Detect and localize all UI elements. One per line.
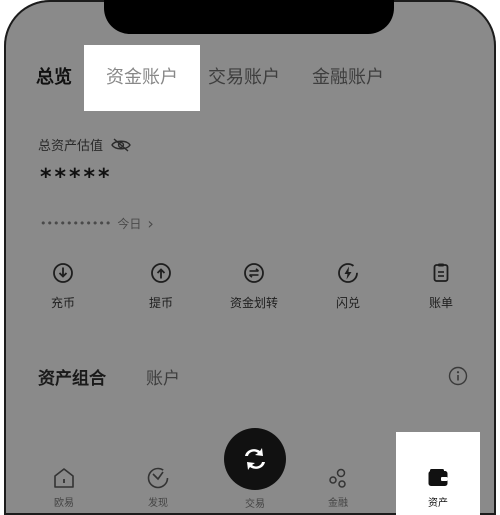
account-tab[interactable]: 账户 (146, 364, 180, 389)
account-tabs: 总览 资金账户 交易账户 金融账户 (4, 45, 496, 111)
trade-button[interactable] (224, 428, 286, 490)
tab-trading-account[interactable]: 交易账户 (208, 45, 280, 111)
tab-overview[interactable]: 总览 (36, 45, 72, 111)
withdraw-icon (151, 263, 171, 283)
withdraw-label: 提币 (148, 296, 173, 310)
today-pnl-row[interactable]: ••••••••••• 今日 › (40, 214, 154, 233)
nav-discover[interactable]: 发现 (118, 432, 198, 515)
home-icon (54, 468, 74, 488)
bill-icon (433, 263, 449, 282)
nav-assets[interactable]: 资产 (396, 432, 480, 515)
discover-icon (147, 467, 169, 489)
transfer-icon (244, 263, 264, 283)
tab-finance-account[interactable]: 金融账户 (312, 45, 384, 111)
transfer-label: 资金划转 (229, 296, 278, 310)
deposit-button[interactable]: 充币 (18, 262, 108, 311)
nav-trade-label: 交易 (245, 499, 265, 510)
deposit-label: 充币 (50, 296, 75, 310)
today-pnl-value: ••••••••••• (40, 217, 112, 230)
nav-home[interactable]: 欧易 (24, 432, 104, 515)
deposit-icon (53, 263, 73, 283)
nav-finance[interactable]: 金融 (298, 432, 378, 515)
quick-actions: 充币 提币 资金划转 闪兑 账单 (4, 262, 496, 322)
transfer-button[interactable]: 资金划转 (209, 262, 299, 311)
bill-label: 账单 (428, 296, 453, 310)
swap-icon (245, 448, 265, 470)
tab-funding-account[interactable]: 资金账户 (84, 45, 200, 111)
nav-finance-label: 金融 (328, 498, 348, 509)
flash-swap-label: 闪兑 (335, 296, 360, 310)
flash-swap-button[interactable]: 闪兑 (303, 262, 393, 311)
bill-button[interactable]: 账单 (396, 262, 486, 311)
total-assets-value: ***** (40, 165, 113, 190)
total-assets-label: 总资产估值 (38, 139, 104, 154)
flash-swap-icon (338, 263, 358, 283)
wallet-icon (428, 469, 448, 486)
phone-frame: 总览 资金账户 交易账户 金融账户 总资产估值 ***** ••••••••••… (4, 0, 496, 515)
today-label: 今日 (117, 217, 142, 231)
hide-balance-icon[interactable] (111, 137, 131, 152)
nav-assets-label: 资产 (428, 498, 448, 509)
phone-notch (104, 0, 394, 34)
finance-icon (329, 468, 346, 488)
info-icon[interactable] (448, 366, 468, 386)
portfolio-tab[interactable]: 资产组合 (38, 364, 106, 389)
chevron-right-icon: › (147, 214, 154, 233)
withdraw-button[interactable]: 提币 (116, 262, 206, 311)
nav-home-label: 欧易 (54, 498, 74, 509)
total-assets-label-row: 总资产估值 (38, 135, 131, 154)
nav-discover-label: 发现 (148, 498, 168, 509)
